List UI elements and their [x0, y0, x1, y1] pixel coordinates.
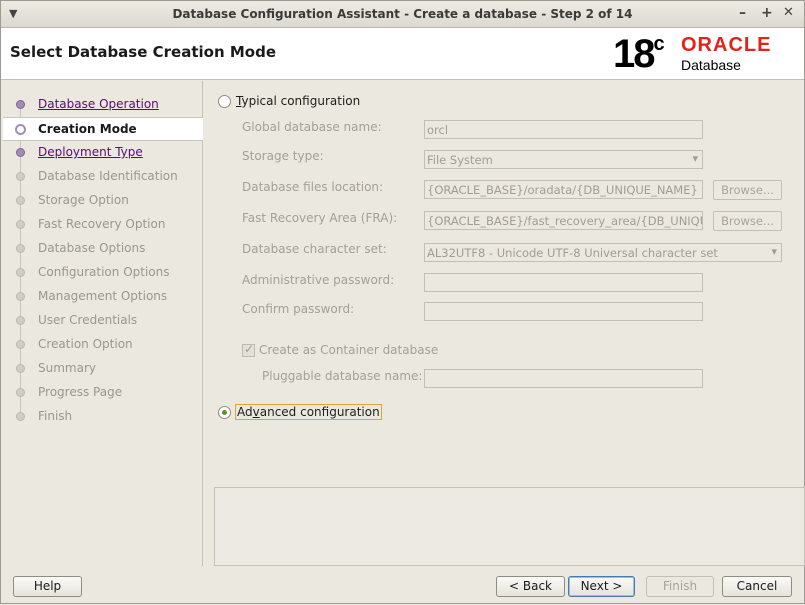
advanced-config-label[interactable]: Advanced configuration	[235, 404, 382, 420]
step-label: Progress Page	[38, 385, 123, 399]
fra-input: {ORACLE_BASE}/fast_recovery_area/{DB_UNI…	[424, 211, 703, 230]
step-finish: Finish	[3, 405, 203, 429]
fra-label: Fast Recovery Area (FRA):	[242, 211, 398, 225]
step-label: Database Options	[38, 241, 146, 255]
step-indicator-icon	[16, 412, 25, 421]
confirm-password-label: Confirm password:	[242, 302, 355, 316]
step-summary: Summary	[3, 357, 203, 381]
dbca-window: ▼ Database Configuration Assistant - Cre…	[0, 0, 805, 604]
version-number: 18c	[613, 32, 665, 76]
confirm-password-input	[424, 302, 703, 321]
advanced-config-radio[interactable]	[218, 406, 231, 419]
typical-config-label[interactable]: Typical configuration	[236, 94, 360, 108]
step-label: User Credentials	[38, 313, 138, 327]
oracle-logo: 18c ORACLE Database	[613, 31, 798, 77]
page-header: Select Database Creation Mode 18c ORACLE…	[1, 28, 804, 80]
step-label: Storage Option	[38, 193, 129, 207]
step-database-identification: Database Identification	[3, 165, 203, 189]
step-label: Finish	[38, 409, 73, 423]
container-db-label: Create as Container database	[259, 343, 439, 357]
step-user-credentials: User Credentials	[3, 309, 203, 333]
page-title: Select Database Creation Mode	[10, 43, 276, 61]
step-creation-mode[interactable]: Creation Mode	[3, 117, 203, 141]
step-progress-page: Progress Page	[3, 381, 203, 405]
step-indicator-icon	[16, 316, 25, 325]
charset-select: AL32UTF8 - Unicode UTF-8 Universal chara…	[424, 243, 782, 262]
pdb-name-input	[424, 369, 703, 388]
storage-type-label: Storage type:	[242, 149, 324, 163]
global-db-name-label: Global database name:	[242, 120, 382, 134]
db-files-browse-button: Browse...	[713, 180, 782, 200]
title-bar: ▼ Database Configuration Assistant - Cre…	[1, 1, 804, 28]
step-indicator-icon	[15, 124, 26, 135]
step-indicator-icon	[16, 340, 25, 349]
step-database-operation[interactable]: Database Operation	[3, 93, 203, 121]
step-configuration-options: Configuration Options	[3, 261, 203, 285]
step-indicator-icon	[16, 100, 25, 109]
close-button[interactable]: ✕	[783, 5, 794, 20]
storage-type-select: File System	[424, 150, 703, 169]
step-management-options: Management Options	[3, 285, 203, 309]
message-area	[214, 487, 805, 566]
step-label: Creation Mode	[38, 122, 137, 136]
step-indicator-icon	[16, 292, 25, 301]
step-indicator-icon	[16, 172, 25, 181]
container-db-checkbox	[242, 342, 255, 357]
cancel-button[interactable]: Cancel	[722, 576, 792, 597]
step-label: Management Options	[38, 289, 168, 303]
oracle-brand: ORACLE	[681, 34, 772, 56]
window-title: Database Configuration Assistant - Creat…	[172, 7, 633, 21]
finish-button: Finish	[646, 576, 714, 597]
step-indicator-icon	[16, 196, 25, 205]
maximize-button[interactable]: +	[761, 5, 773, 21]
back-button[interactable]: < Back	[496, 576, 565, 597]
step-indicator-icon	[16, 244, 25, 253]
step-label: Database Operation	[38, 97, 159, 111]
step-deployment-type[interactable]: Deployment Type	[3, 141, 203, 165]
steps-sidebar: Database Operation Creation Mode Deploym…	[3, 81, 203, 566]
charset-label: Database character set:	[242, 242, 387, 256]
step-indicator-icon	[16, 268, 25, 277]
minimize-button[interactable]: –	[739, 5, 746, 21]
db-files-location-label: Database files location:	[242, 180, 384, 194]
typical-config-radio[interactable]	[218, 95, 231, 108]
step-database-options: Database Options	[3, 237, 203, 261]
step-storage-option: Storage Option	[3, 189, 203, 213]
button-bar: Help < Back Next > Finish Cancel	[1, 567, 805, 605]
step-label: Deployment Type	[38, 145, 143, 159]
step-label: Fast Recovery Option	[38, 217, 166, 231]
global-db-name-input: orcl	[424, 120, 703, 139]
pdb-name-label: Pluggable database name:	[262, 369, 423, 383]
help-button[interactable]: Help	[13, 576, 82, 597]
step-indicator-icon	[16, 388, 25, 397]
admin-password-label: Administrative password:	[242, 273, 395, 287]
step-indicator-icon	[16, 220, 25, 229]
db-files-location-input: {ORACLE_BASE}/oradata/{DB_UNIQUE_NAME}	[424, 180, 703, 199]
admin-password-input	[424, 273, 703, 292]
step-label: Configuration Options	[38, 265, 170, 279]
main-content: Typical configuration Global database na…	[204, 81, 805, 566]
next-button[interactable]: Next >	[568, 576, 635, 597]
step-creation-option: Creation Option	[3, 333, 203, 357]
step-indicator-icon	[16, 364, 25, 373]
step-label: Summary	[38, 361, 96, 375]
product-name: Database	[681, 57, 741, 73]
step-fast-recovery-option: Fast Recovery Option	[3, 213, 203, 237]
step-indicator-icon	[16, 148, 25, 157]
step-label: Creation Option	[38, 337, 133, 351]
step-label: Database Identification	[38, 169, 178, 183]
fra-browse-button: Browse...	[713, 211, 782, 231]
